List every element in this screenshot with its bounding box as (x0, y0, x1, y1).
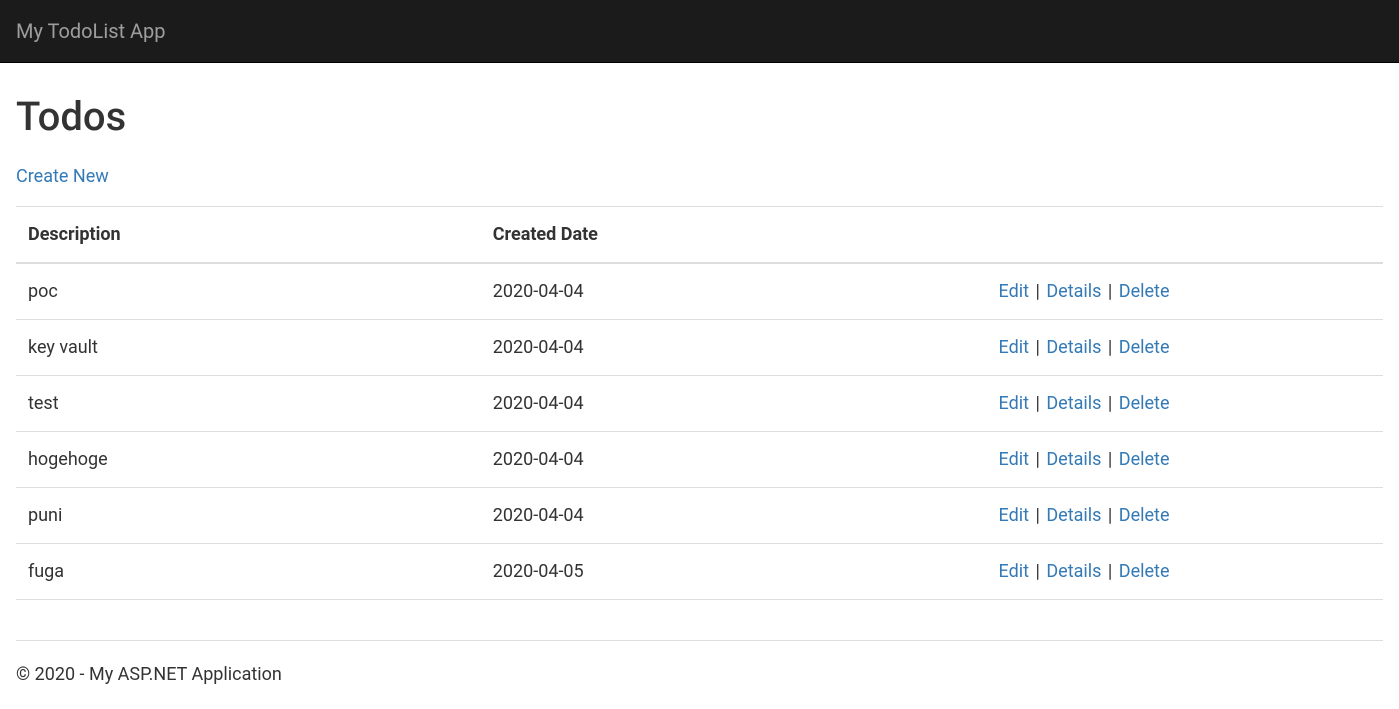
cell-description: key vault (16, 320, 481, 376)
action-separator: | (1029, 449, 1046, 470)
delete-link[interactable]: Delete (1119, 449, 1170, 470)
delete-link[interactable]: Delete (1119, 561, 1170, 582)
cell-description: hogehoge (16, 432, 481, 488)
cell-created-date: 2020-04-04 (481, 488, 987, 544)
cell-description: test (16, 376, 481, 432)
action-separator: | (1029, 505, 1046, 526)
action-separator: | (1101, 393, 1118, 414)
cell-description: poc (16, 263, 481, 320)
table-row: hogehoge2020-04-04Edit | Details | Delet… (16, 432, 1383, 488)
details-link[interactable]: Details (1046, 561, 1101, 582)
cell-created-date: 2020-04-05 (481, 544, 987, 600)
page-title: Todos (16, 87, 1383, 147)
action-separator: | (1029, 281, 1046, 302)
cell-actions: Edit | Details | Delete (987, 432, 1383, 488)
action-separator: | (1101, 449, 1118, 470)
table-header-row: Description Created Date (16, 207, 1383, 264)
cell-created-date: 2020-04-04 (481, 263, 987, 320)
navbar: My TodoList App (0, 0, 1399, 63)
main-container: Todos Create New Description Created Dat… (0, 87, 1399, 708)
edit-link[interactable]: Edit (999, 281, 1029, 302)
edit-link[interactable]: Edit (999, 449, 1029, 470)
edit-link[interactable]: Edit (999, 393, 1029, 414)
column-header-created-date: Created Date (481, 207, 987, 264)
footer-divider (16, 640, 1383, 641)
cell-actions: Edit | Details | Delete (987, 263, 1383, 320)
footer-text: © 2020 - My ASP.NET Application (16, 661, 1383, 708)
delete-link[interactable]: Delete (1119, 393, 1170, 414)
column-header-description: Description (16, 207, 481, 264)
delete-link[interactable]: Delete (1119, 505, 1170, 526)
table-row: poc2020-04-04Edit | Details | Delete (16, 263, 1383, 320)
action-separator: | (1101, 337, 1118, 358)
cell-actions: Edit | Details | Delete (987, 544, 1383, 600)
details-link[interactable]: Details (1046, 337, 1101, 358)
table-row: fuga2020-04-05Edit | Details | Delete (16, 544, 1383, 600)
details-link[interactable]: Details (1046, 281, 1101, 302)
edit-link[interactable]: Edit (999, 505, 1029, 526)
table-row: puni2020-04-04Edit | Details | Delete (16, 488, 1383, 544)
action-separator: | (1029, 393, 1046, 414)
delete-link[interactable]: Delete (1119, 337, 1170, 358)
details-link[interactable]: Details (1046, 505, 1101, 526)
delete-link[interactable]: Delete (1119, 281, 1170, 302)
cell-created-date: 2020-04-04 (481, 376, 987, 432)
details-link[interactable]: Details (1046, 449, 1101, 470)
edit-link[interactable]: Edit (999, 561, 1029, 582)
cell-description: fuga (16, 544, 481, 600)
cell-description: puni (16, 488, 481, 544)
action-separator: | (1101, 561, 1118, 582)
action-separator: | (1029, 337, 1046, 358)
column-header-actions (987, 207, 1383, 264)
cell-created-date: 2020-04-04 (481, 320, 987, 376)
action-separator: | (1101, 505, 1118, 526)
action-separator: | (1029, 561, 1046, 582)
edit-link[interactable]: Edit (999, 337, 1029, 358)
table-row: test2020-04-04Edit | Details | Delete (16, 376, 1383, 432)
details-link[interactable]: Details (1046, 393, 1101, 414)
create-new-link[interactable]: Create New (16, 163, 109, 190)
navbar-brand-link[interactable]: My TodoList App (16, 19, 166, 43)
cell-actions: Edit | Details | Delete (987, 488, 1383, 544)
todos-table: Description Created Date poc2020-04-04Ed… (16, 206, 1383, 600)
table-row: key vault2020-04-04Edit | Details | Dele… (16, 320, 1383, 376)
cell-created-date: 2020-04-04 (481, 432, 987, 488)
action-separator: | (1101, 281, 1118, 302)
cell-actions: Edit | Details | Delete (987, 376, 1383, 432)
cell-actions: Edit | Details | Delete (987, 320, 1383, 376)
